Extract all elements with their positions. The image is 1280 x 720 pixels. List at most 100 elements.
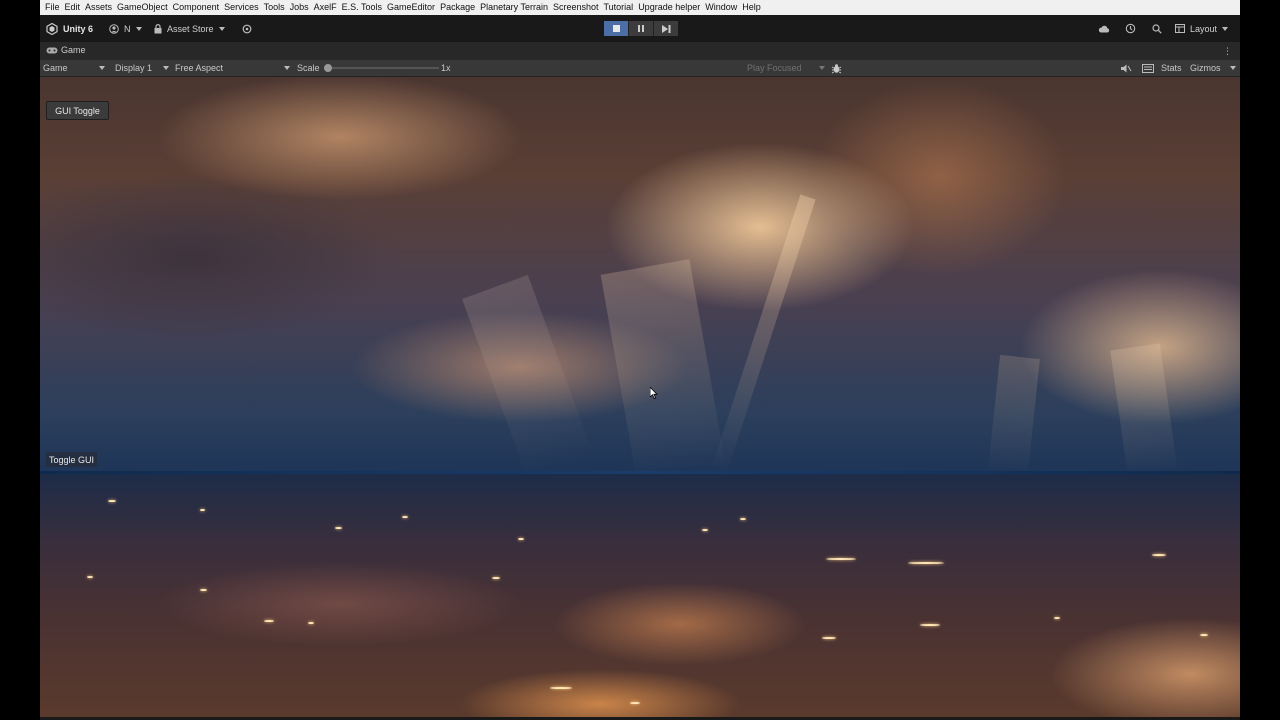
- menu-component[interactable]: Component: [168, 0, 220, 15]
- account-label: N: [124, 23, 131, 34]
- menu-edit[interactable]: Edit: [60, 0, 81, 15]
- chevron-down-icon: [163, 66, 169, 70]
- water-glint: [740, 518, 746, 520]
- menu-planetary-terrain[interactable]: Planetary Terrain: [475, 0, 548, 15]
- chevron-down-icon: [218, 26, 225, 31]
- menu-upgrade-helper[interactable]: Upgrade helper: [633, 0, 700, 15]
- game-viewport[interactable]: GUI Toggle Toggle GUI: [40, 77, 1240, 717]
- menu-gameobject[interactable]: GameObject: [112, 0, 168, 15]
- water-glint: [1152, 554, 1166, 556]
- scale-slider[interactable]: [329, 67, 439, 69]
- scale-label: Scale: [297, 63, 320, 73]
- step-icon: [661, 20, 671, 38]
- water-glint: [264, 620, 274, 622]
- menu-file[interactable]: File: [40, 0, 60, 15]
- aspect-label: Free Aspect: [175, 63, 224, 73]
- view-mode-label: Game: [43, 63, 68, 73]
- water-glint: [1054, 617, 1060, 619]
- menu-window[interactable]: Window: [700, 0, 737, 15]
- water-glint: [826, 558, 856, 560]
- scale-slider-handle[interactable]: [324, 64, 332, 72]
- gui-toggle-button[interactable]: GUI Toggle: [46, 101, 109, 120]
- menu-axelf[interactable]: AxelF: [309, 0, 337, 15]
- water-glint: [492, 577, 500, 579]
- layout-dropdown[interactable]: Layout: [1175, 21, 1229, 36]
- ocean-surface: [40, 474, 1240, 717]
- cloud-button[interactable]: [1098, 21, 1110, 36]
- water-glint: [308, 622, 314, 624]
- settings-gear-icon: [242, 24, 252, 34]
- main-toolbar: Unity 6 N Asset Store Layout: [40, 15, 1240, 42]
- history-button[interactable]: [1125, 21, 1136, 36]
- water-glint: [702, 529, 708, 531]
- pause-button[interactable]: [629, 21, 654, 36]
- tab-row: Game ⋮: [40, 42, 1240, 60]
- water-glint: [822, 637, 836, 639]
- water-glint: [908, 562, 944, 564]
- search-icon: [1152, 23, 1162, 34]
- menu-tools[interactable]: Tools: [259, 0, 285, 15]
- audio-mute-button[interactable]: [1121, 60, 1132, 76]
- view-mode-dropdown[interactable]: Game: [43, 60, 105, 76]
- menu-package[interactable]: Package: [435, 0, 475, 15]
- scale-value: 1x: [441, 63, 451, 73]
- ai-button[interactable]: [242, 21, 252, 36]
- debug-bug-button[interactable]: [831, 60, 842, 76]
- menu-gameeditor[interactable]: GameEditor: [382, 0, 435, 15]
- menu-jobs[interactable]: Jobs: [285, 0, 309, 15]
- history-icon: [1125, 23, 1136, 34]
- more-options-icon[interactable]: ⋮: [1223, 46, 1232, 57]
- keyboard-icon: [1142, 63, 1154, 73]
- stop-button[interactable]: [604, 21, 629, 36]
- chevron-down-icon: [1230, 66, 1236, 70]
- account-icon: [109, 23, 119, 34]
- stats-button[interactable]: Stats: [1161, 60, 1182, 76]
- menu-bar: File Edit Assets GameObject Component Se…: [40, 0, 1240, 15]
- water-glint: [200, 589, 207, 591]
- app-name: Unity 6: [63, 23, 94, 34]
- chevron-down-icon: [1222, 26, 1229, 31]
- menu-screenshot[interactable]: Screenshot: [548, 0, 599, 15]
- audio-icon: [1121, 64, 1132, 73]
- display-label: Display 1: [115, 63, 153, 73]
- step-button[interactable]: [654, 21, 678, 36]
- play-controls: [604, 21, 678, 36]
- water-glint: [1200, 634, 1208, 636]
- play-mode-dropdown[interactable]: Play Focused: [747, 60, 825, 76]
- menu-es-tools[interactable]: E.S. Tools: [337, 0, 382, 15]
- unity-version-button[interactable]: Unity 6: [46, 21, 93, 36]
- layout-label: Layout: [1190, 23, 1218, 34]
- account-dropdown[interactable]: N: [109, 21, 142, 36]
- chevron-down-icon: [99, 66, 105, 70]
- layout-icon: [1175, 24, 1185, 33]
- water-glint: [87, 576, 93, 578]
- display-dropdown[interactable]: Display 1: [115, 60, 169, 76]
- water-glint: [518, 538, 524, 540]
- water-glint: [920, 624, 940, 626]
- toggle-gui-button[interactable]: Toggle GUI: [46, 452, 97, 467]
- menu-services[interactable]: Services: [219, 0, 259, 15]
- stats-overlay-button[interactable]: [1142, 60, 1154, 76]
- pause-icon: [638, 25, 644, 32]
- game-controller-icon: [46, 47, 58, 54]
- menu-help[interactable]: Help: [737, 0, 761, 15]
- unity-editor-window: File Edit Assets GameObject Component Se…: [40, 0, 1240, 720]
- asset-store-dropdown[interactable]: Asset Store: [154, 21, 225, 36]
- game-view-toolbar: Game Display 1 Free Aspect Scale 1x Play…: [40, 60, 1240, 77]
- water-glint: [402, 516, 408, 518]
- cloud-icon: [1098, 25, 1110, 33]
- gizmos-dropdown[interactable]: Gizmos: [1190, 60, 1236, 76]
- lock-icon: [154, 23, 162, 34]
- tab-game[interactable]: Game: [46, 45, 86, 55]
- water-glint: [200, 509, 205, 511]
- menu-assets[interactable]: Assets: [80, 0, 112, 15]
- water-glint: [108, 500, 116, 502]
- bug-icon: [831, 63, 842, 74]
- menu-tutorial[interactable]: Tutorial: [599, 0, 634, 15]
- search-button[interactable]: [1152, 21, 1162, 36]
- stop-icon: [612, 25, 620, 32]
- aspect-dropdown[interactable]: Free Aspect: [175, 60, 290, 76]
- water-glint: [550, 687, 572, 689]
- water-glint: [630, 702, 640, 704]
- tab-game-label: Game: [61, 45, 86, 55]
